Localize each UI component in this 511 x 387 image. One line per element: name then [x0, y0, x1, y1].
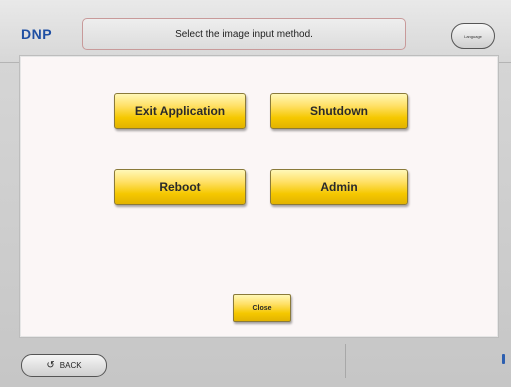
dnp-logo: DNP: [21, 26, 53, 42]
shutdown-button[interactable]: Shutdown: [270, 93, 408, 129]
system-menu-dialog: Exit Application Shutdown Reboot Admin C…: [19, 55, 499, 338]
reboot-button[interactable]: Reboot: [114, 169, 246, 205]
close-button[interactable]: Close: [233, 294, 291, 322]
back-label: BACK: [59, 361, 82, 370]
bottom-bar: ↺ BACK: [0, 340, 511, 387]
rotate-left-icon: ↺: [46, 359, 55, 371]
top-bar: DNP Select the image input method. Langu…: [0, 0, 511, 63]
language-button[interactable]: Language: [451, 23, 495, 49]
divider: [345, 344, 346, 378]
scroll-indicator: [502, 354, 505, 364]
admin-button[interactable]: Admin: [270, 169, 408, 205]
language-label: Language: [464, 33, 482, 39]
instruction-banner: Select the image input method.: [82, 18, 406, 50]
instruction-text: Select the image input method.: [175, 28, 313, 40]
back-button[interactable]: ↺ BACK: [21, 354, 107, 377]
exit-application-button[interactable]: Exit Application: [114, 93, 246, 129]
kiosk-screen: DNP Select the image input method. Langu…: [0, 0, 511, 387]
